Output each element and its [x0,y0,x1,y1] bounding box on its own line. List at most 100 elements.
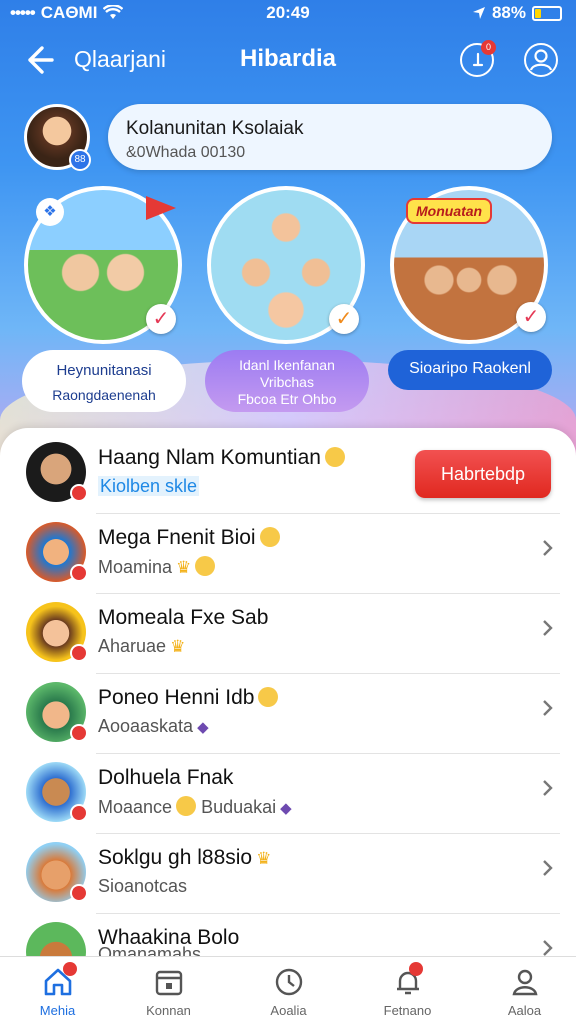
profile-button[interactable] [524,43,558,77]
tile-2-button[interactable]: Idanl Ikenfanan Vribchas Fbcoa Etr Ohbo [205,350,369,412]
list-item-sub: Kiolben skle [98,476,200,497]
tile-3-button[interactable]: Sioaripo Raokenl [388,350,552,390]
list-item-name-text: Mega Fnenit Bioi [98,526,256,549]
tab-label: Konnan [146,1003,191,1018]
tile-2-title: Idanl Ikenfanan [239,357,335,373]
member-list: Haang Nlam Komuntian Kiolben skle Habrte… [0,428,576,960]
avatar-badge: 88 [69,149,91,171]
list-item[interactable]: Soklgu gh l88sio ♛ Sioanotcas [0,834,576,914]
list-item-name: Dolhuela Fnak [98,766,234,789]
list-item-sub: Sioanotcas [98,876,188,896]
check-icon: ✓ [329,304,359,334]
list-item[interactable]: Whaakina Bolo Omanamahs [0,914,576,960]
feature-tile-1[interactable]: ❖ ✓ Heynunitanasi Raongdaenenah [22,186,196,412]
tile-2-line3: Fbcoa Etr Ohbo [237,391,337,407]
status-dot [70,804,88,822]
status-dot [70,884,88,902]
chevron-right-icon [543,780,553,796]
status-dot [70,484,88,502]
chevron-right-icon [543,620,553,636]
chevron-right-icon [543,540,553,556]
list-item-sub-text: Moamina [98,557,173,577]
user-avatar[interactable]: 88 [24,104,91,171]
smile-emoji-icon [259,527,280,547]
avatar [26,442,88,502]
list-item[interactable]: Dolhuela Fnak Moaance Buduakai ◆ [0,754,576,834]
list-item-sub: Aooaaskata ◆ [98,716,209,737]
list-item-sub-text: Moaance [98,797,173,817]
gem-icon: ◆ [197,719,209,736]
list-item[interactable]: Momeala Fxe Sab Aharuae ♛ [0,594,576,674]
flag-icon [146,196,176,220]
list-item-sub: Moaance Buduakai ◆ [98,796,292,818]
check-icon: ✓ [146,304,176,334]
tab-label: Aaloa [507,1003,542,1018]
list-item[interactable]: Haang Nlam Komuntian Kiolben skle Habrte… [0,434,576,514]
status-dot [70,724,88,742]
tab-badge [63,962,77,976]
calendar-icon [155,970,182,996]
chevron-right-icon [543,700,553,716]
list-item-name-text: Poneo Henni Idb [98,686,255,709]
clock-icon [275,968,302,996]
user-icon [529,49,553,71]
status-right: 88% [472,3,562,23]
bottom-tab-bar: Mehia Konnan Aoalia Fetnano Aaloa [0,956,576,1024]
battery-percent: 88% [491,3,526,22]
avatar [26,602,88,662]
app-screen: ••••• CAΘMI 20:49 88% Qlaarjani Hibardia… [0,0,576,1024]
check-icon: ✓ [516,302,546,332]
smile-emoji-icon [324,447,345,467]
tab-profile[interactable]: Aaloa [467,965,576,1018]
feature-tile-3[interactable]: Monuatan ✓ Sioaripo Raokenl [388,186,562,412]
list-item-name: Momeala Fxe Sab [98,606,269,629]
crown-icon: ♛ [170,637,186,656]
tab-history[interactable]: Aoalia [231,965,346,1018]
top-nav: Qlaarjani Hibardia 0 [0,36,576,84]
list-item-name: Poneo Henni Idb [98,686,279,710]
tab-label: Mehia [39,1003,76,1018]
tab-notifications[interactable]: Fetnano [350,962,465,1018]
list-item-sub: Aharuae ♛ [98,636,185,657]
smile-emoji-icon [195,556,216,576]
tile-1-subtitle: Raongdaenenah [52,387,156,403]
tab-home[interactable]: Mehia [0,962,115,1018]
list-item-name: Mega Fnenit Bioi [98,526,280,550]
gem-icon: ◆ [280,800,292,817]
primary-action-button[interactable]: Habrtebdp [415,450,551,498]
avatar [26,522,88,582]
tile-1-title: Heynunitanasi [56,362,152,379]
list-item-name-text: Haang Nlam Komuntian [98,446,321,469]
notifications-button[interactable]: 0 [460,40,496,77]
user-info-card[interactable]: Kolanunitan Ksolaiak &0Whada 00130 [108,104,552,170]
avatar [26,762,88,822]
list-item-name: Soklgu gh l88sio ♛ [98,846,271,870]
tile-1-button[interactable]: Heynunitanasi Raongdaenenah [22,350,186,412]
list-item[interactable]: Poneo Henni Idb Aooaaskata ◆ [0,674,576,754]
location-icon [472,7,485,19]
user-name: Kolanunitan Ksolaiak [126,118,304,139]
user-meta: &0Whada 00130 [126,144,246,161]
tile-2-line2: Vribchas [260,374,314,390]
list-item[interactable]: Mega Fnenit Bioi Moamina ♛ [0,514,576,594]
tile-3-tag: Monuatan [406,198,493,224]
list-item-sub-text: Aharuae [98,636,167,656]
crown-icon: ♛ [256,849,272,868]
feature-tile-2[interactable]: ✓ Idanl Ikenfanan Vribchas Fbcoa Etr Ohb… [205,186,379,412]
person-icon [512,969,537,996]
list-item-sub: Moamina ♛ [98,556,216,578]
list-item-sub-text-2: Buduakai [201,797,277,817]
status-bar: ••••• CAΘMI 20:49 88% [0,0,576,26]
status-dot [70,564,88,582]
crown-icon: ♛ [176,558,192,577]
list-item-link[interactable]: Kiolben skle [98,476,200,496]
battery-icon [532,5,562,21]
tab-calendar[interactable]: Konnan [111,965,226,1018]
avatar [26,682,88,742]
smile-emoji-icon [176,796,197,816]
list-item-name-text: Soklgu gh l88sio [98,846,253,869]
emoji-icon [258,687,279,707]
chevron-right-icon [543,860,553,876]
shield-icon: ❖ [36,198,64,226]
list-item-name: Haang Nlam Komuntian [98,446,345,470]
